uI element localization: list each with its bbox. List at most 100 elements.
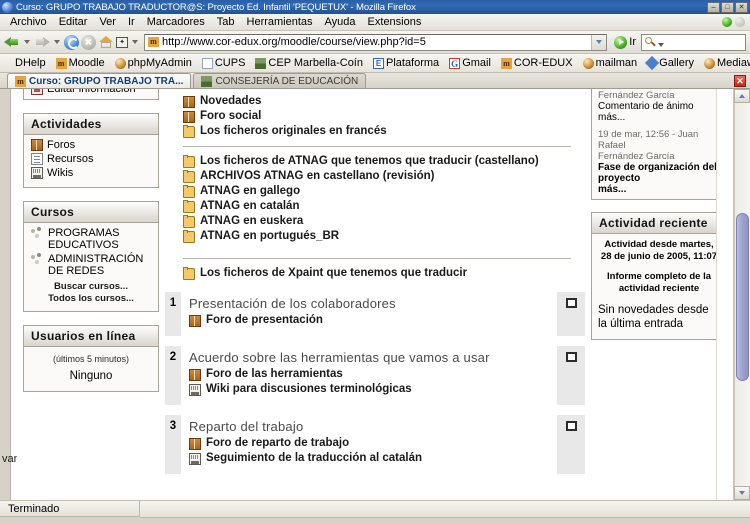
activity-wiki-terminologicas[interactable]: Wiki para discusiones terminológicas [189,382,551,397]
activity-archivos-atnag-revision[interactable]: ARCHIVOS ATNAG en castellano (revisión) [183,169,585,184]
bookmark-gmail[interactable]: G Gmail [444,57,496,69]
course-section-2: 2 Acuerdo sobre las herramientas que vam… [165,346,585,405]
bookmark-mediawiki[interactable]: Mediawiki [699,57,750,69]
activity-label: ATNAG en gallego [200,185,301,197]
menu-item-marcadores[interactable]: Marcadores [141,15,211,29]
scroll-up-button[interactable] [734,89,750,103]
folder-icon [183,214,195,228]
recent-activity-since: Actividad desde martes, 28 de junio de 2… [600,239,718,262]
url-bar[interactable]: m http://www.cor-edux.org/moodle/course/… [144,33,608,51]
activity-atnag-portugues-br[interactable]: ATNAG en portugués_BR [183,229,585,244]
menu-item-archivo[interactable]: Archivo [4,15,53,29]
bookmark-gallery[interactable]: Gallery [642,55,699,71]
stop-icon[interactable] [81,34,96,50]
diamond-icon [645,55,660,71]
maximize-button[interactable]: □ [721,1,734,13]
link-buscar-cursos[interactable]: Buscar cursos... [31,281,151,293]
sidebar-item-administracion-de-redes[interactable]: ADMINISTRACIÓN DE REDES [31,253,151,277]
bookmark-moodle[interactable]: m Moodle [51,57,110,69]
bookmark-cor-edux[interactable]: m COR-EDUX [496,57,578,69]
home-icon[interactable] [98,35,114,50]
section-divider [183,146,571,147]
online-users-note: (últimos 5 minutos) [52,354,130,364]
bookmark-phpmyadmin[interactable]: phpMyAdmin [110,57,197,69]
bookmark-label: Gallery [659,57,695,69]
activity-seguimiento-traduccion-catalan[interactable]: Seguimiento de la traducción al catalán [189,451,551,466]
scrollbar-thumb[interactable] [736,213,749,381]
left-sidebar: Editar información Actividades Foros Rec… [17,89,165,500]
forum-icon [189,437,201,450]
link-todos-los-cursos[interactable]: Todos los cursos... [31,293,151,305]
section-title: Presentación de los colaboradores [189,296,396,311]
activity-ficheros-originales-frances[interactable]: Los ficheros originales en francés [183,124,585,139]
url-history-dropdown-icon[interactable] [591,34,607,50]
site-favicon-icon: m [148,37,159,47]
bookmark-dhelp[interactable]: DHelp [10,57,51,69]
scroll-down-button[interactable] [734,486,750,500]
section-highlight-checkbox[interactable] [565,421,577,431]
go-button[interactable]: Ir [611,35,639,49]
course-links: Buscar cursos... Todos los cursos... [31,281,151,305]
sidebar-item-foros[interactable]: Foros [31,139,151,151]
bookmark-cep-marbella-coin[interactable]: CEP Marbella-Coín [250,57,368,69]
activity-atnag-castellano[interactable]: Los ficheros de ATNAG que tenemos que tr… [183,154,585,169]
menu-item-ayuda[interactable]: Ayuda [319,15,362,29]
close-tab-button[interactable]: ✕ [734,74,746,87]
search-box[interactable] [641,33,746,51]
forum-icon [31,139,43,151]
wiki-icon [189,452,201,465]
bookmark-mailman[interactable]: mailman [578,57,643,69]
block-title: Actividades [24,114,158,135]
activity-atnag-catalan[interactable]: ATNAG en catalán [183,199,585,214]
activity-atnag-euskera[interactable]: ATNAG en euskera [183,214,585,229]
sidebar-item-editar-informacion[interactable]: Editar información [31,89,151,95]
activity-ficheros-xpaint[interactable]: Los ficheros de Xpaint que tenemos que t… [183,266,585,281]
scrollbar-track[interactable] [734,103,750,486]
course-icon [31,253,44,265]
reload-icon[interactable] [64,34,79,50]
sidebar-item-programas-educativos[interactable]: PROGRAMAS EDUCATIVOS [31,227,151,251]
activity-atnag-gallego[interactable]: ATNAG en gallego [183,184,585,199]
bookmark-toggle-icon[interactable]: ✦ [116,36,128,48]
news-subject-2[interactable]: Fase de organización del proyecto [598,162,720,184]
sidebar-item-wikis[interactable]: Wikis [31,167,151,179]
section-highlight-checkbox[interactable] [565,352,577,362]
toolbar-overflow-icon[interactable] [132,40,138,44]
menu-item-extensions[interactable]: Extensions [362,15,428,29]
block-actividades: Actividades Foros Recursos Wikis [23,113,159,188]
page-scrollbar[interactable] [733,89,750,500]
bookmarks-bar: DHelp m Moodle phpMyAdmin CUPS CEP Marbe… [0,54,750,73]
back-icon[interactable] [4,35,20,49]
activity-foro-reparto-trabajo[interactable]: Foro de reparto de trabajo [189,436,551,451]
recent-activity-full-report-link[interactable]: Informe completo de la actividad recient… [598,271,720,295]
section-toggle-column [557,292,585,336]
news-more-link[interactable]: más... [598,184,720,195]
tab-consejeria-de-educacion[interactable]: CONSEJERÍA DE EDUCACIÓN [193,73,367,88]
activity-foro-de-las-herramientas[interactable]: Foro de las herramientas [189,367,551,382]
search-engine-dropdown-icon[interactable] [658,42,664,47]
news-subject-1[interactable]: Comentario de ánimo más... [598,101,720,123]
activity-foro-de-presentacion[interactable]: Foro de presentación [189,313,551,328]
course-sections: Novedades Foro social Los ficheros origi… [165,89,585,500]
tab-curso-grupo-trabajo[interactable]: m Curso: GRUPO TRABAJO TRA... [7,73,192,88]
menu-item-herramientas[interactable]: Herramientas [241,15,319,29]
section-highlight-checkbox[interactable] [565,298,577,308]
block-administracion-partial: Editar información [23,89,159,100]
bookmark-plataforma[interactable]: E Plataforma [368,57,444,69]
back-dropdown-icon[interactable] [24,40,30,44]
close-button[interactable]: ✕ [735,1,748,13]
url-text[interactable]: http://www.cor-edux.org/moodle/course/vi… [162,36,426,48]
sidebar-item-recursos[interactable]: Recursos [31,153,151,165]
menu-item-ver[interactable]: Ver [93,15,122,29]
menu-item-editar[interactable]: Editar [53,15,94,29]
forward-dropdown-icon[interactable] [54,40,60,44]
activity-label: Novedades [200,95,262,107]
activity-foro-social[interactable]: Foro social [183,109,585,124]
activity-novedades[interactable]: Novedades [183,94,585,109]
status-message: Terminado [0,501,140,517]
forward-icon[interactable] [34,35,50,49]
bookmark-cups[interactable]: CUPS [197,57,251,69]
minimize-button[interactable]: – [707,1,720,13]
menu-item-ir[interactable]: Ir [122,15,141,29]
menu-item-tab[interactable]: Tab [211,15,241,29]
